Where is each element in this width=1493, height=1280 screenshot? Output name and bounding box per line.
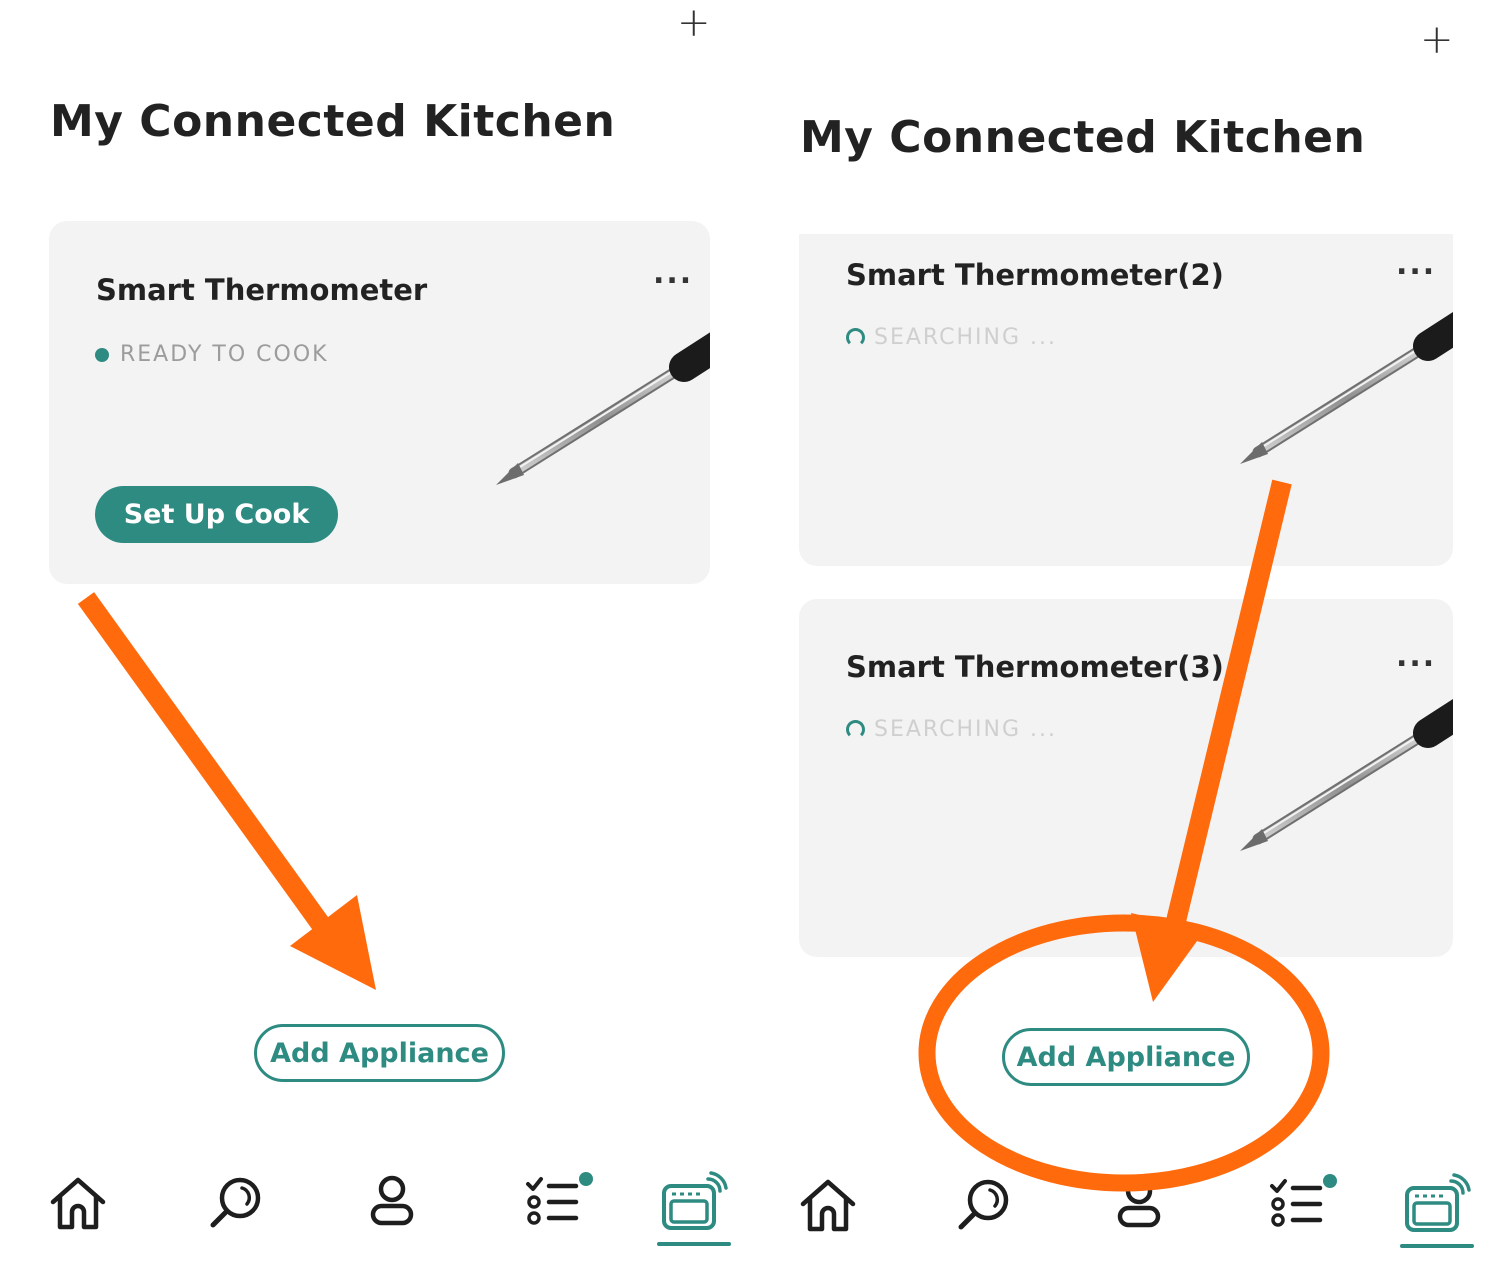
checklist-icon[interactable] xyxy=(1264,1170,1344,1236)
page-title: My Connected Kitchen xyxy=(50,96,616,147)
status-indicator: SEARCHING ... xyxy=(846,717,1057,742)
status-text: SEARCHING ... xyxy=(874,325,1057,350)
add-appliance-button[interactable]: Add Appliance xyxy=(1002,1028,1250,1086)
add-appliance-button[interactable]: Add Appliance xyxy=(254,1024,505,1082)
status-indicator: READY TO COOK xyxy=(95,342,329,367)
page-title: My Connected Kitchen xyxy=(800,112,1366,163)
appliance-icon[interactable] xyxy=(1399,1172,1475,1238)
status-text: READY TO COOK xyxy=(120,342,329,367)
search-icon[interactable] xyxy=(955,1176,1015,1236)
card-title: Smart Thermometer(2) xyxy=(846,258,1224,292)
profile-icon[interactable] xyxy=(362,1174,422,1234)
appliance-icon[interactable] xyxy=(656,1170,732,1236)
set-up-cook-button[interactable]: Set Up Cook xyxy=(95,486,338,543)
appliance-card[interactable]: Smart Thermometer(2) ... SEARCHING ... xyxy=(799,234,1453,566)
status-indicator: SEARCHING ... xyxy=(846,325,1057,350)
more-options-button[interactable]: ... xyxy=(1396,250,1436,280)
card-title: Smart Thermometer xyxy=(96,273,428,307)
thermometer-probe-image xyxy=(1240,679,1453,859)
home-icon[interactable] xyxy=(798,1176,858,1236)
more-options-button[interactable]: ... xyxy=(653,259,693,289)
screen-right: + My Connected Kitchen Smart Thermometer… xyxy=(746,0,1493,1280)
notification-dot xyxy=(1323,1174,1337,1188)
add-icon[interactable]: + xyxy=(677,3,711,43)
status-text: SEARCHING ... xyxy=(874,717,1057,742)
active-tab-indicator xyxy=(657,1242,731,1246)
thermometer-probe-image xyxy=(496,313,710,493)
screen-left: + My Connected Kitchen Smart Thermometer… xyxy=(0,0,746,1280)
add-icon[interactable]: + xyxy=(1420,20,1454,60)
notification-dot xyxy=(579,1172,593,1186)
card-title: Smart Thermometer(3) xyxy=(846,650,1224,684)
loading-spinner-icon xyxy=(846,720,865,739)
ready-dot-icon xyxy=(95,347,109,362)
thermometer-probe-image xyxy=(1240,292,1453,472)
more-options-button[interactable]: ... xyxy=(1396,642,1436,672)
loading-spinner-icon xyxy=(846,328,865,347)
search-icon[interactable] xyxy=(207,1174,267,1234)
checklist-icon[interactable] xyxy=(520,1168,600,1234)
profile-icon[interactable] xyxy=(1109,1176,1169,1236)
active-tab-indicator xyxy=(1400,1244,1474,1248)
appliance-card[interactable]: Smart Thermometer(3) ... SEARCHING ... xyxy=(799,599,1453,957)
home-icon[interactable] xyxy=(48,1174,108,1234)
appliance-card[interactable]: Smart Thermometer ... READY TO COOK Set … xyxy=(49,221,710,584)
